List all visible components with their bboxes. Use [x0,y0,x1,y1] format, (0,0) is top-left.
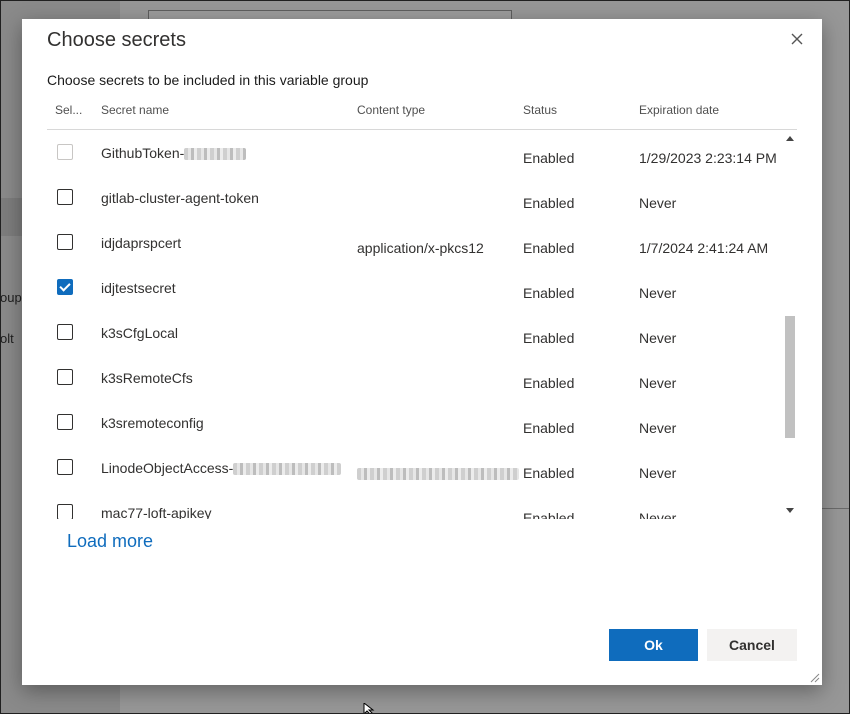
secret-status: Enabled [523,150,575,166]
column-select[interactable]: Sel... [55,103,82,117]
load-more-link[interactable]: Load more [67,531,153,552]
scroll-down-arrow-icon[interactable] [786,508,794,513]
row-checkbox[interactable] [57,144,73,160]
secret-name: mac77-loft-apikey [101,505,212,519]
table-row[interactable]: gitlab-cluster-agent-token Enabled Never [47,175,783,220]
secret-name-text: GithubToken- [101,145,185,161]
table-row[interactable]: idjdaprspcert application/x-pkcs12 Enabl… [47,220,783,265]
resize-grip-icon[interactable] [810,673,820,683]
table-row[interactable]: GithubToken- Enabled 1/29/2023 2:23:14 P… [47,130,783,175]
table-row[interactable]: LinodeObjectAccess- Enabled Never [47,445,783,490]
secret-expiration: Never [639,195,677,211]
secret-expiration: 1/7/2024 2:41:24 AM [639,240,769,256]
secret-status: Enabled [523,375,575,391]
secret-expiration: Never [639,375,677,391]
redacted-text [233,463,342,476]
secret-name-text: LinodeObjectAccess- [101,460,234,476]
table-header: Sel... Secret name Content type Status E… [47,103,797,130]
dialog-subtitle: Choose secrets to be included in this va… [47,72,369,88]
dialog-title: Choose secrets [47,29,186,51]
secrets-list: GithubToken- Enabled 1/29/2023 2:23:14 P… [47,130,797,519]
secret-name: idjtestsecret [101,280,176,296]
column-content-type[interactable]: Content type [357,103,425,117]
column-status[interactable]: Status [523,103,557,117]
table-row[interactable]: k3sRemoteCfs Enabled Never [47,355,783,400]
secret-status: Enabled [523,330,575,346]
secret-name: GithubToken- [101,145,247,161]
table-row[interactable]: k3sremoteconfig Enabled Never [47,400,783,445]
secret-name: k3sremoteconfig [101,415,204,431]
row-checkbox[interactable] [57,369,73,385]
column-expiration-date[interactable]: Expiration date [639,103,719,117]
secret-status: Enabled [523,195,575,211]
secret-expiration: 1/29/2023 2:23:14 PM [639,150,777,166]
scroll-up-arrow-icon[interactable] [786,136,794,141]
close-icon [791,33,803,45]
secret-name: LinodeObjectAccess- [101,460,342,476]
redacted-text [184,148,247,161]
background-selected-item [0,198,22,236]
table-row[interactable]: mac77-loft-apikey Enabled Never [47,490,783,519]
secret-name: k3sCfgLocal [101,325,179,341]
secret-status: Enabled [523,465,575,481]
row-checkbox[interactable] [57,459,73,475]
row-checkbox[interactable] [57,324,73,340]
background-text-group: oup [0,290,22,305]
secret-name: idjdaprspcert [101,235,182,251]
secret-name: k3sRemoteCfs [101,370,193,386]
redacted-text [357,468,519,481]
column-secret-name[interactable]: Secret name [101,103,169,117]
secret-status: Enabled [523,420,575,436]
row-checkbox[interactable] [57,234,73,250]
row-checkbox-checked[interactable] [57,279,73,295]
row-checkbox[interactable] [57,504,73,519]
secret-status: Enabled [523,240,575,256]
secret-expiration: Never [639,330,677,346]
secret-content-type: application/x-pkcs12 [357,240,484,256]
table-row[interactable]: idjtestsecret Enabled Never [47,265,783,310]
secret-expiration: Never [639,465,677,481]
background-divider [822,508,850,509]
choose-secrets-dialog: Choose secrets Choose secrets to be incl… [22,19,822,685]
secret-expiration: Never [639,285,677,301]
secret-status: Enabled [523,285,575,301]
mouse-cursor-icon [363,703,375,714]
close-button[interactable] [785,27,809,51]
scrollbar-thumb[interactable] [785,316,795,438]
secret-expiration: Never [639,420,677,436]
secret-status: Enabled [523,510,575,519]
secret-expiration: Never [639,510,677,519]
secret-name: gitlab-cluster-agent-token [101,190,259,206]
row-checkbox[interactable] [57,189,73,205]
row-checkbox[interactable] [57,414,73,430]
ok-button[interactable]: Ok [609,629,698,661]
table-row[interactable]: k3sCfgLocal Enabled Never [47,310,783,355]
secret-content-type [357,465,519,481]
cancel-button[interactable]: Cancel [707,629,797,661]
background-text-bolt: olt [0,331,14,346]
vertical-scrollbar[interactable] [783,130,797,519]
